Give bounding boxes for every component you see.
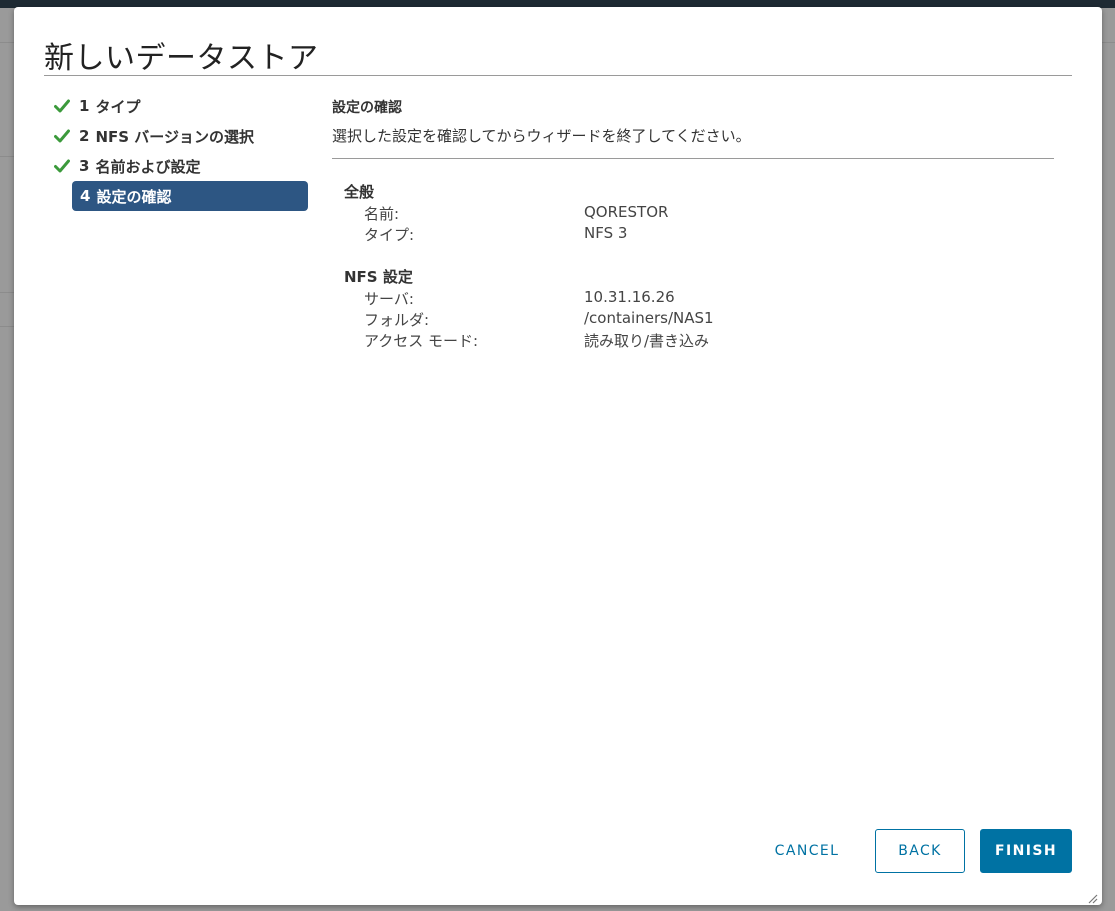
step-number: 1: [79, 97, 90, 115]
summary-value: NFS 3: [584, 224, 628, 242]
summary-key: アクセス モード:: [364, 332, 479, 350]
background-divider: [0, 156, 14, 157]
review-panel: 設定の確認 選択した設定を確認してからウィザードを終了してください。: [332, 97, 1054, 159]
checkmark-icon: [52, 96, 72, 116]
review-divider: [332, 158, 1054, 159]
summary-row: アクセス モード: 読み取り/書き込み: [344, 330, 714, 351]
checkmark-icon: [52, 156, 72, 176]
checkmark-icon: [52, 126, 72, 146]
general-section: 全般 名前: QORESTOR タイプ: NFS 3: [344, 181, 668, 245]
background-divider: [0, 292, 14, 293]
summary-key: フォルダ:: [364, 311, 430, 329]
nfs-heading: NFS 設定: [344, 268, 413, 286]
step-label: タイプ: [95, 97, 141, 116]
review-description: 選択した設定を確認してからウィザードを終了してください。: [332, 127, 751, 145]
step-type[interactable]: 1 タイプ: [52, 91, 312, 121]
step-label: 名前および設定: [95, 157, 201, 176]
dialog-title: 新しいデータストア: [44, 41, 319, 76]
background-divider: [1102, 42, 1115, 43]
summary-row: サーバ: 10.31.16.26: [344, 288, 714, 309]
summary-key: 名前:: [364, 205, 400, 223]
title-divider: [44, 75, 1072, 76]
step-name-settings[interactable]: 3 名前および設定: [52, 151, 312, 181]
summary-row: フォルダ: /containers/NAS1: [344, 309, 714, 330]
summary-row: タイプ: NFS 3: [344, 224, 668, 245]
summary-value: 読み取り/書き込み: [584, 332, 710, 350]
nfs-section: NFS 設定 サーバ: 10.31.16.26 フォルダ: /container…: [344, 266, 714, 351]
step-number: 3: [79, 157, 90, 175]
wizard-steps: 1 タイプ 2 NFS バージョンの選択 3 名前および設定 4 設定の確認: [52, 91, 312, 211]
step-label: NFS バージョンの選択: [95, 127, 254, 146]
step-label: 設定の確認: [96, 187, 172, 206]
summary-value: 10.31.16.26: [584, 288, 675, 306]
summary-value: QORESTOR: [584, 203, 669, 221]
summary-value: /containers/NAS1: [584, 309, 714, 327]
back-button[interactable]: BACK: [875, 829, 965, 873]
summary-key: タイプ:: [364, 226, 415, 244]
background-divider: [0, 326, 14, 327]
step-nfs-version[interactable]: 2 NFS バージョンの選択: [52, 121, 312, 151]
finish-button[interactable]: FINISH: [980, 829, 1072, 873]
background-divider: [0, 42, 14, 43]
summary-key: サーバ:: [364, 290, 414, 308]
step-number: 4: [80, 187, 91, 205]
step-review[interactable]: 4 設定の確認: [72, 181, 308, 211]
summary-row: 名前: QORESTOR: [344, 203, 668, 224]
cancel-button[interactable]: CANCEL: [754, 829, 860, 873]
new-datastore-dialog: 新しいデータストア 1 タイプ 2 NFS バージョンの選択 3 名前および設定…: [14, 7, 1102, 905]
step-number: 2: [79, 127, 90, 145]
resize-grip-icon[interactable]: [1086, 889, 1098, 904]
review-title: 設定の確認: [332, 100, 402, 116]
general-heading: 全般: [344, 183, 375, 201]
